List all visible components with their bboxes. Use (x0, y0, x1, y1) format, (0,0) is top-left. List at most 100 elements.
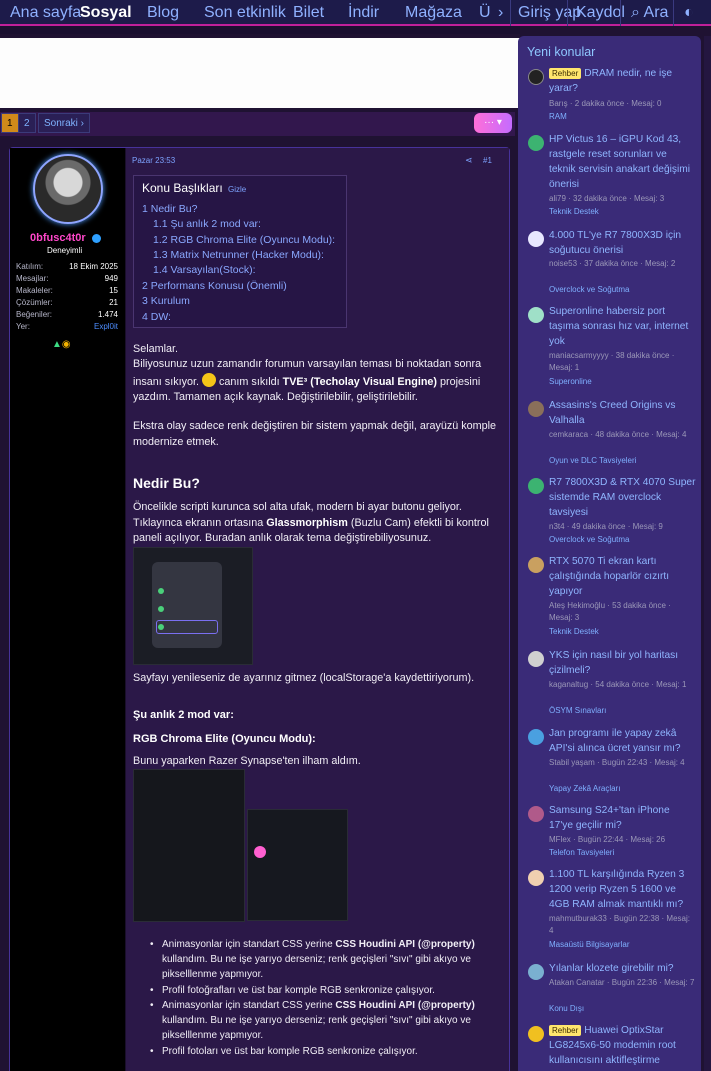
thread-forum: Oyun ve DLC Tavsiyeleri (549, 456, 637, 465)
nav-divider (673, 0, 674, 26)
thread-title: R7 7800X3D & RTX 4070 Super sistemde RAM… (549, 477, 696, 518)
thread-meta: kaganaltug · 54 dakika önce · Mesaj: 1 (549, 680, 687, 689)
thread-forum: Masaüstü Bilgisayarlar (549, 940, 630, 949)
post-number[interactable]: #1 (483, 156, 492, 165)
thread-forum: Teknik Destek (549, 627, 599, 636)
thread-title: Jan programı ile yapay zekâ API'si alınc… (549, 728, 681, 754)
user-badges: ▲◉ (52, 339, 71, 350)
toc-item[interactable]: 1.3 Matrix Netrunner (Hacker Modu): (153, 249, 324, 261)
search-icon: ⌕ (631, 4, 640, 21)
thread-title: Yılanlar klozete girebilir mi? (549, 963, 674, 974)
avatar[interactable] (528, 729, 544, 745)
nav-recent-activity[interactable]: Son etkinlik (204, 0, 286, 26)
toc-item[interactable]: 4 DW: (142, 311, 171, 323)
nav-divider (620, 0, 621, 26)
thread-meta: MFlex · Bugün 22:44 · Mesaj: 26 (549, 835, 666, 844)
guide-badge: Rehber (549, 1025, 582, 1036)
stat-joined: Katılım: 18 Ekim 2025 (16, 262, 118, 271)
thread-forum: ÖSYM Sınavları (549, 706, 607, 715)
post-date[interactable]: Pazar 23:53 (132, 156, 175, 165)
toc-item[interactable]: 1 Nedir Bu? (142, 203, 197, 215)
rgb-screenshot-2[interactable] (247, 809, 348, 921)
page-1[interactable]: 1 (1, 113, 19, 133)
nav-more[interactable]: Ü (479, 0, 491, 26)
username[interactable]: 0bfusc4t0r (30, 232, 86, 244)
heading-nedir: Nedir Bu? (133, 475, 200, 491)
avatar[interactable] (528, 135, 544, 151)
nav-scroll-chevron-icon[interactable]: › (498, 0, 503, 26)
scrollbar[interactable] (704, 36, 711, 1071)
thread-forum: Yapay Zekâ Araçları (549, 784, 621, 793)
toc-item[interactable]: 2 Performans Konusu (Önemli) (142, 280, 287, 292)
toc-item[interactable]: 1.4 Varsayılan(Stock): (153, 264, 256, 276)
toc-item[interactable]: 1.1 Şu anlık 2 mod var: (153, 218, 261, 230)
thread-meta: Barış · 2 dakika önce · Mesaj: 0 (549, 99, 662, 108)
avatar[interactable] (528, 69, 544, 85)
bullet-item: Profil fotoları ve üst bar komple RGB se… (148, 1044, 503, 1059)
thread-title: 1.100 TL karşılığında Ryzen 3 1200 verip… (549, 869, 685, 910)
next-page-button[interactable]: Sonraki › (38, 113, 91, 133)
toc-hide-link[interactable]: Gizle (228, 185, 246, 194)
guide-badge: Rehber (549, 68, 582, 79)
thread-meta: n3t4 · 49 dakika önce · Mesaj: 9 (549, 522, 663, 531)
avatar[interactable] (528, 806, 544, 822)
nav-ticket[interactable]: Bilet (293, 0, 324, 26)
thread-title: Assasins's Creed Origins vs Valhalla (549, 400, 676, 426)
localstorage-paragraph: Sayfayı yenileseniz de ayarınız gitmez (… (133, 672, 475, 684)
intro-paragraph: Biliyosunuz uzun zamandır forumun varsay… (133, 358, 482, 403)
heading-modes: Şu anlık 2 mod var: (133, 709, 234, 721)
toc-item[interactable]: 1.2 RGB Chroma Elite (Oyuncu Modu): (153, 234, 335, 246)
toc-item[interactable]: 3 Kurulum (142, 295, 190, 307)
avatar[interactable] (528, 478, 544, 494)
avatar[interactable] (528, 401, 544, 417)
thread-forum: Konu Dışı (549, 1004, 585, 1013)
thread-meta: mahmutburak33 · Bugün 22:38 · Mesaj: 4 (549, 914, 690, 935)
greeting-text: Selamlar. (133, 343, 179, 355)
avatar[interactable] (33, 154, 103, 224)
thread-meta: noise53 · 37 dakika önce · Mesaj: 2 (549, 259, 676, 268)
thread-title: 4.000 TL'ye R7 7800X3D için soğutucu öne… (549, 230, 682, 256)
thread-title: Superonline habersiz port taşıma sonrası… (549, 306, 689, 347)
avatar[interactable] (528, 870, 544, 886)
search-button[interactable]: ⌕ Ara (631, 0, 668, 26)
register-link[interactable]: Kaydol (576, 0, 625, 26)
thread-tools-button[interactable]: ··· ▾ (474, 113, 512, 133)
extra-paragraph: Ekstra olay sadece renk değiştiren bir s… (133, 420, 497, 448)
thread-forum: Superonline (549, 377, 592, 386)
rgb-screenshot-1[interactable] (133, 769, 245, 922)
avatar[interactable] (528, 964, 544, 980)
share-icon[interactable]: ⋖ (465, 155, 473, 166)
grin-emoji-icon (202, 372, 217, 387)
thread-meta: cemkaraca · 48 dakika önce · Mesaj: 4 (549, 430, 687, 439)
nedir-paragraph: Öncelikle scripti kurunca sol alta ufak,… (133, 501, 489, 544)
thread-meta: Ateş Hekimoğlu · 53 dakika önce · Mesaj:… (549, 601, 671, 622)
thread-title: RTX 5070 Ti ekran kartı çalıştığında hop… (549, 556, 670, 597)
thread-title: HP Victus 16 – iGPU Kod 43, rastgele res… (549, 134, 690, 190)
thread-forum: Overclock ve Soğutma (549, 535, 630, 544)
nav-social[interactable]: Sosyal (80, 0, 132, 26)
verified-icon (92, 234, 101, 243)
stat-articles: Makaleler: 15 (16, 286, 118, 295)
avatar[interactable] (528, 1026, 544, 1042)
page-2[interactable]: 2 (18, 113, 36, 133)
nav-blog[interactable]: Blog (147, 0, 179, 26)
sidebar-title: Yeni konular (527, 45, 596, 59)
avatar[interactable] (528, 651, 544, 667)
login-link[interactable]: Giriş yap (518, 0, 581, 26)
nav-download[interactable]: İndir (348, 0, 379, 26)
bullet-item: Profil fotoğrafları ve üst bar komple RG… (148, 983, 503, 998)
thread-meta: Atakan Canatar · Bugün 22:36 · Mesaj: 7 (549, 978, 695, 987)
thread-forum: RAM (549, 112, 567, 121)
avatar[interactable] (528, 231, 544, 247)
user-title: Deneyimli (47, 246, 83, 255)
avatar[interactable] (528, 557, 544, 573)
avatar[interactable] (528, 307, 544, 323)
banner-strip (0, 26, 520, 34)
nav-home[interactable]: Ana sayfa (10, 0, 81, 26)
android-icon: ▲ (52, 339, 62, 350)
nav-store[interactable]: Mağaza (405, 0, 462, 26)
stat-location: Yer: Expl0it (16, 322, 118, 331)
settings-panel-screenshot[interactable] (133, 547, 253, 665)
thread-title: YKS için nasıl bir yol haritası çizilmel… (549, 650, 679, 676)
theme-toggle-icon[interactable]: ◐ (684, 0, 694, 26)
